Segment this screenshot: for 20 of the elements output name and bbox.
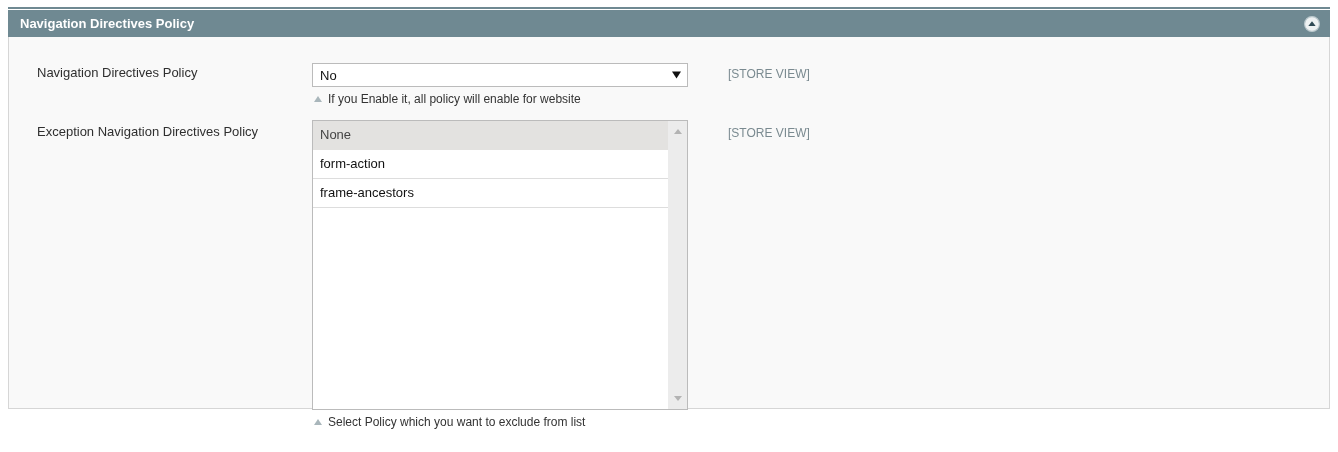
scroll-up-icon[interactable] — [673, 129, 682, 134]
list-option[interactable]: None — [313, 121, 668, 150]
hint-arrow-icon — [314, 96, 322, 102]
list-option[interactable]: form-action — [313, 150, 668, 179]
section-header[interactable]: Navigation Directives Policy — [8, 10, 1330, 37]
field-label: Exception Navigation Directives Policy — [37, 123, 260, 141]
hint-text: Select Policy which you want to exclude from list — [328, 415, 586, 429]
list-option[interactable]: frame-ancestors — [313, 179, 668, 208]
dropdown[interactable]: No — [312, 63, 688, 87]
scrollbar[interactable] — [668, 121, 687, 409]
section-title: Navigation Directives Policy — [20, 16, 195, 31]
field-label: Navigation Directives Policy — [37, 64, 199, 82]
scroll-down-icon[interactable] — [673, 396, 682, 401]
list-box[interactable]: None form-action frame-ancestors — [312, 120, 688, 410]
hint-arrow-icon — [314, 419, 322, 425]
scope-label: [STORE VIEW] — [728, 125, 810, 142]
scope-label: [STORE VIEW] — [728, 66, 810, 83]
caret-icon — [672, 71, 681, 79]
hint-text: If you Enable it, all policy will enable for website — [328, 92, 581, 106]
collapse-icon[interactable] — [1304, 15, 1320, 32]
